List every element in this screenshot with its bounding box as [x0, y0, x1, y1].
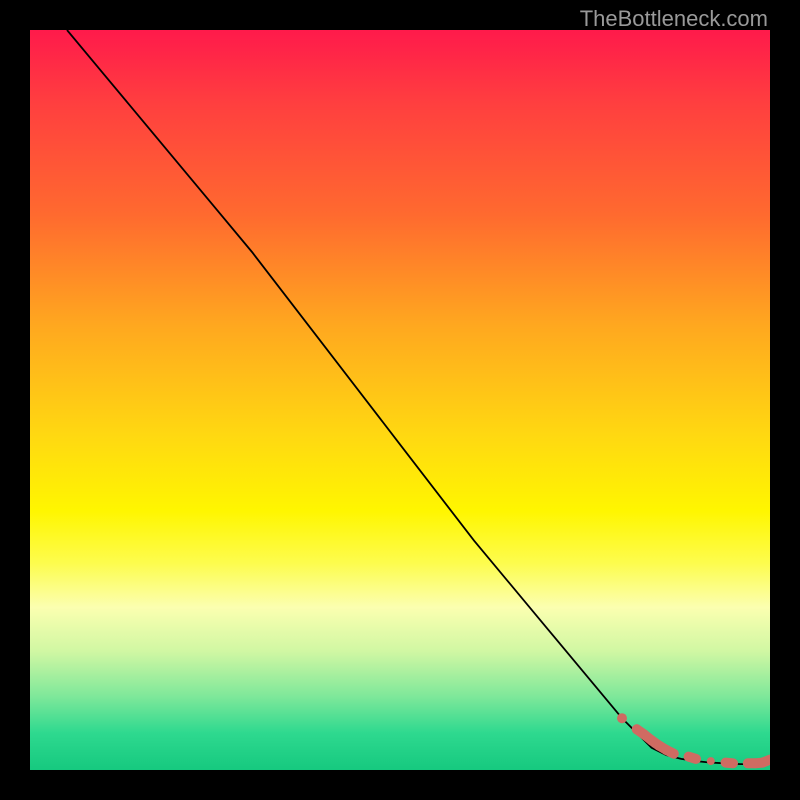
- data-dot: [692, 755, 700, 763]
- watermark-text: TheBottleneck.com: [580, 6, 768, 32]
- data-dot: [670, 750, 678, 758]
- data-dot: [707, 757, 715, 765]
- data-dot: [729, 759, 737, 767]
- line-series: [67, 30, 770, 764]
- data-dot: [617, 713, 627, 723]
- plot-area: [30, 30, 770, 770]
- data-dots: [617, 713, 770, 767]
- curve-line: [67, 30, 770, 764]
- chart-overlay: [30, 30, 770, 770]
- chart-frame: TheBottleneck.com: [0, 0, 800, 800]
